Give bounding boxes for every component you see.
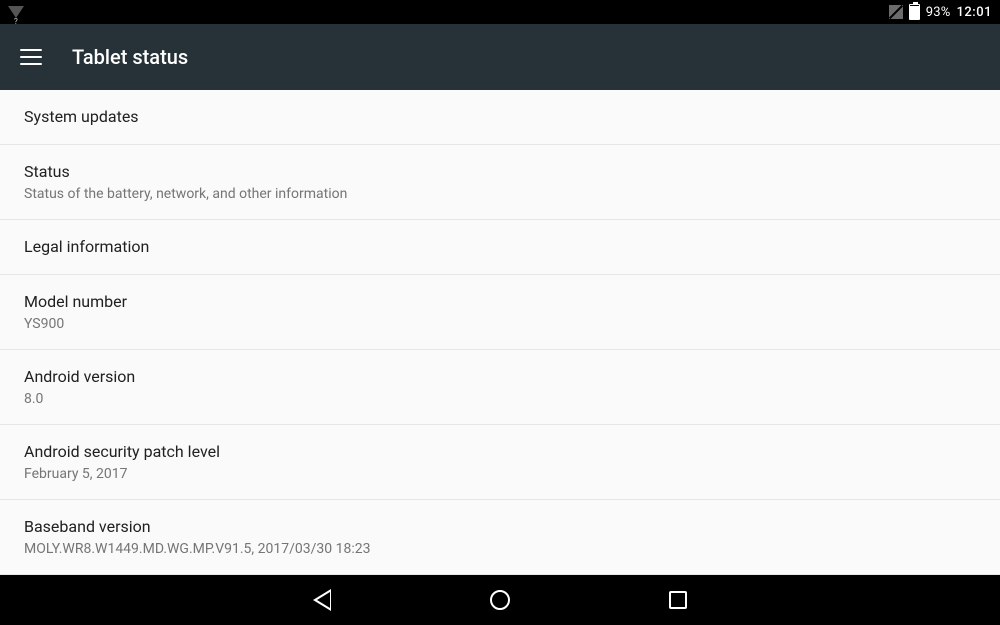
clock: 12:01	[957, 5, 992, 20]
status-bar: 93% 12:01	[0, 0, 1000, 24]
home-button[interactable]	[486, 586, 514, 614]
menu-icon[interactable]	[20, 49, 42, 65]
row-security-patch[interactable]: Android security patch level February 5,…	[0, 425, 1000, 500]
row-subtext: MOLY.WR8.W1449.MD.WG.MP.V91.5, 2017/03/3…	[24, 540, 976, 558]
battery-icon	[909, 4, 920, 20]
row-label: Status	[24, 161, 976, 183]
row-label: Android security patch level	[24, 441, 976, 463]
row-subtext: February 5, 2017	[24, 465, 976, 483]
row-label: System updates	[24, 106, 976, 128]
row-subtext: 8.0	[24, 390, 976, 408]
row-system-updates[interactable]: System updates	[0, 90, 1000, 145]
row-label: Model number	[24, 291, 976, 313]
row-android-version[interactable]: Android version 8.0	[0, 350, 1000, 425]
wifi-no-connection-icon	[8, 6, 24, 18]
row-label: Legal information	[24, 236, 976, 258]
row-label: Baseband version	[24, 516, 976, 538]
back-icon	[313, 589, 331, 611]
row-status[interactable]: Status Status of the battery, network, a…	[0, 145, 1000, 220]
row-model-number[interactable]: Model number YS900	[0, 275, 1000, 350]
back-button[interactable]	[308, 586, 336, 614]
row-baseband-version[interactable]: Baseband version MOLY.WR8.W1449.MD.WG.MP…	[0, 500, 1000, 575]
no-sim-icon	[889, 5, 903, 19]
home-icon	[490, 590, 510, 610]
battery-percentage: 93%	[926, 5, 951, 20]
recent-icon	[669, 591, 687, 609]
row-subtext: YS900	[24, 315, 976, 333]
row-label: Android version	[24, 366, 976, 388]
row-subtext: Status of the battery, network, and othe…	[24, 185, 976, 203]
app-bar: Tablet status	[0, 24, 1000, 90]
screen: 93% 12:01 Tablet status System updates S…	[0, 0, 1000, 625]
navigation-bar	[0, 575, 1000, 625]
page-title: Tablet status	[72, 45, 188, 69]
row-legal-information[interactable]: Legal information	[0, 220, 1000, 275]
recent-apps-button[interactable]	[664, 586, 692, 614]
settings-list[interactable]: System updates Status Status of the batt…	[0, 90, 1000, 575]
